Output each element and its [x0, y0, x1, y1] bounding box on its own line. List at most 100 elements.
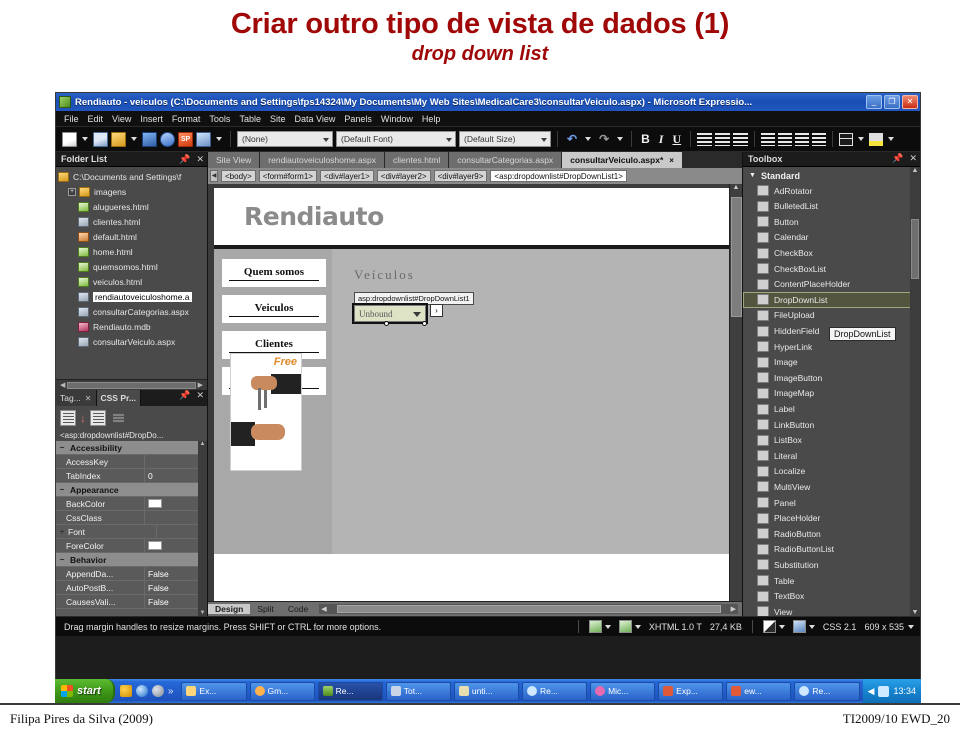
breadcrumb-item-layer2[interactable]: <div#layer2>	[376, 170, 431, 182]
color-swatch[interactable]	[148, 499, 162, 508]
status-visual-aids[interactable]	[585, 620, 615, 633]
toolbox-item-adrotator[interactable]: AdRotator	[743, 183, 920, 199]
taskbar-item[interactable]: Re...	[521, 681, 588, 701]
property-row-causesvalidation[interactable]: CausesVali... False	[56, 595, 207, 609]
property-row-backcolor[interactable]: BackColor	[56, 497, 207, 511]
menu-item-file[interactable]: File	[64, 114, 79, 124]
toolbox-item-linkbutton[interactable]: LinkButton	[743, 417, 920, 433]
menu-item-data-view[interactable]: Data View	[294, 114, 335, 124]
property-row-appenddatabounditems[interactable]: AppendDa... False	[56, 567, 207, 581]
publish-icon[interactable]	[160, 131, 175, 147]
list-item[interactable]: clientes.html	[58, 214, 207, 229]
color-swatch[interactable]	[148, 541, 162, 550]
breadcrumb-item-layer9[interactable]: <div#layer9>	[433, 170, 488, 182]
quick-launch-overflow-icon[interactable]: »	[168, 686, 174, 697]
property-category-behavior[interactable]: − Behavior	[56, 553, 207, 567]
table-dropdown-icon[interactable]	[858, 137, 865, 141]
status-doctype[interactable]: XHTML 1.0 T	[645, 622, 706, 632]
restore-button[interactable]: ❐	[884, 95, 900, 109]
toolbox-item-label[interactable]: Label	[743, 401, 920, 417]
save-icon[interactable]	[142, 131, 157, 147]
taskbar-item-active[interactable]: Re...	[317, 681, 383, 701]
list-item[interactable]: consultarVeiculo.aspx	[58, 334, 207, 349]
collapse-icon[interactable]: −	[56, 485, 68, 494]
align-center-icon[interactable]	[715, 132, 731, 146]
taskbar-item[interactable]: unti...	[453, 681, 519, 701]
menu-item-insert[interactable]: Insert	[140, 114, 163, 124]
scroll-left-icon[interactable]: ◀	[58, 381, 67, 389]
redo-dropdown-icon[interactable]	[617, 137, 624, 141]
preview-browser-icon[interactable]	[196, 131, 211, 147]
list-item[interactable]: quemsomos.html	[58, 259, 207, 274]
align-right-icon[interactable]	[733, 132, 749, 146]
pin-icon[interactable]: 📌	[889, 153, 906, 164]
scroll-thumb[interactable]	[911, 218, 919, 279]
toolbox-item-checkboxlist[interactable]: CheckBoxList	[743, 261, 920, 277]
pin-icon[interactable]: 📌	[176, 154, 193, 165]
scroll-up-icon[interactable]: ▲	[733, 184, 740, 191]
property-category-appearance[interactable]: − Appearance	[56, 483, 207, 497]
scroll-down-icon[interactable]: ▼	[200, 610, 206, 616]
tray-expand-icon[interactable]: ◀	[868, 686, 875, 697]
start-button[interactable]: start	[55, 679, 115, 703]
close-icon[interactable]: ✕	[85, 394, 92, 403]
bulleted-list-icon[interactable]	[778, 132, 793, 146]
close-button[interactable]: ✕	[902, 95, 918, 109]
list-item[interactable]: home.html	[58, 244, 207, 259]
scroll-right-icon[interactable]: ▶	[196, 381, 205, 389]
align-left-icon[interactable]	[697, 132, 713, 146]
underline-button[interactable]: U	[669, 132, 684, 147]
dropdownlist-box[interactable]: Unbound	[352, 303, 428, 324]
highlight-dropdown-icon[interactable]	[888, 137, 895, 141]
minimize-button[interactable]: _	[866, 95, 882, 109]
scroll-thumb[interactable]	[336, 605, 721, 613]
properties-scrollbar[interactable]: ▲ ▼	[198, 441, 207, 616]
toolbox-item-placeholder[interactable]: PlaceHolder	[743, 510, 920, 526]
scroll-right-icon[interactable]: ▶	[729, 605, 738, 613]
numbered-list-icon[interactable]	[761, 132, 776, 146]
summary-sort-icon[interactable]: ↓	[80, 412, 86, 424]
toolbox-item-contentplaceholder[interactable]: ContentPlaceHolder	[743, 276, 920, 292]
open-dropdown-icon[interactable]	[131, 137, 137, 141]
list-item-selected[interactable]: rendiautoveiculoshome.a	[58, 289, 207, 304]
insert-table-icon[interactable]	[839, 132, 854, 146]
canvas-vscrollbar[interactable]: ▲	[729, 184, 742, 601]
toolbox-item-literal[interactable]: Literal	[743, 448, 920, 464]
menu-item-window[interactable]: Window	[381, 114, 413, 124]
scroll-thumb[interactable]	[67, 381, 196, 389]
folder-list-root[interactable]: C:\Documents and Settings\f	[58, 169, 207, 184]
breadcrumb-item-layer1[interactable]: <div#layer1>	[319, 170, 374, 182]
status-schema[interactable]	[789, 620, 819, 633]
new-window-icon[interactable]	[93, 131, 108, 147]
menu-item-edit[interactable]: Edit	[88, 114, 104, 124]
categorized-view-icon[interactable]	[60, 410, 76, 426]
undo-icon[interactable]: ↶	[564, 132, 580, 146]
taskbar-item[interactable]: Tot...	[385, 681, 451, 701]
collapse-icon[interactable]: −	[56, 443, 68, 452]
expand-icon[interactable]: +	[56, 527, 68, 536]
property-row-autopostback[interactable]: AutoPostB... False	[56, 581, 207, 595]
bold-button[interactable]: B	[638, 132, 653, 146]
tab-consultarcategorias[interactable]: consultarCategorias.aspx	[449, 152, 563, 168]
toolbox-category-standard[interactable]: ▼ Standard	[743, 169, 920, 183]
property-row-font[interactable]: + Font	[56, 525, 207, 539]
toolbox-item-button[interactable]: Button	[743, 214, 920, 230]
list-item[interactable]: consultarCategorias.aspx	[58, 304, 207, 319]
list-item[interactable]: Rendiauto.mdb	[58, 319, 207, 334]
property-row-forecolor[interactable]: ForeColor	[56, 539, 207, 553]
property-row-cssclass[interactable]: CssClass	[56, 511, 207, 525]
close-icon[interactable]: ✕	[906, 153, 920, 164]
list-item[interactable]: default.html	[58, 229, 207, 244]
tab-consultarveiculo[interactable]: consultarVeiculo.aspx* ×	[562, 152, 683, 168]
breadcrumb-item-form[interactable]: <form#form1>	[258, 170, 317, 182]
taskbar-item[interactable]: Ex...	[181, 681, 247, 701]
toolbox-item-imagebutton[interactable]: ImageButton	[743, 370, 920, 386]
media-player-icon[interactable]	[151, 685, 164, 697]
tab-clientes-html[interactable]: clientes.html	[385, 152, 450, 168]
resize-handle[interactable]	[384, 321, 389, 326]
breadcrumb-item-dropdownlist[interactable]: <asp:dropdownlist#DropDownList1>	[490, 170, 627, 182]
taskbar-item[interactable]: Mic...	[590, 681, 656, 701]
chevron-down-icon[interactable]	[908, 624, 914, 629]
dropdownlist-control[interactable]: asp:dropdownlist#DropDownList1 Unbound ›	[352, 292, 474, 326]
list-item[interactable]: + imagens	[58, 184, 207, 199]
